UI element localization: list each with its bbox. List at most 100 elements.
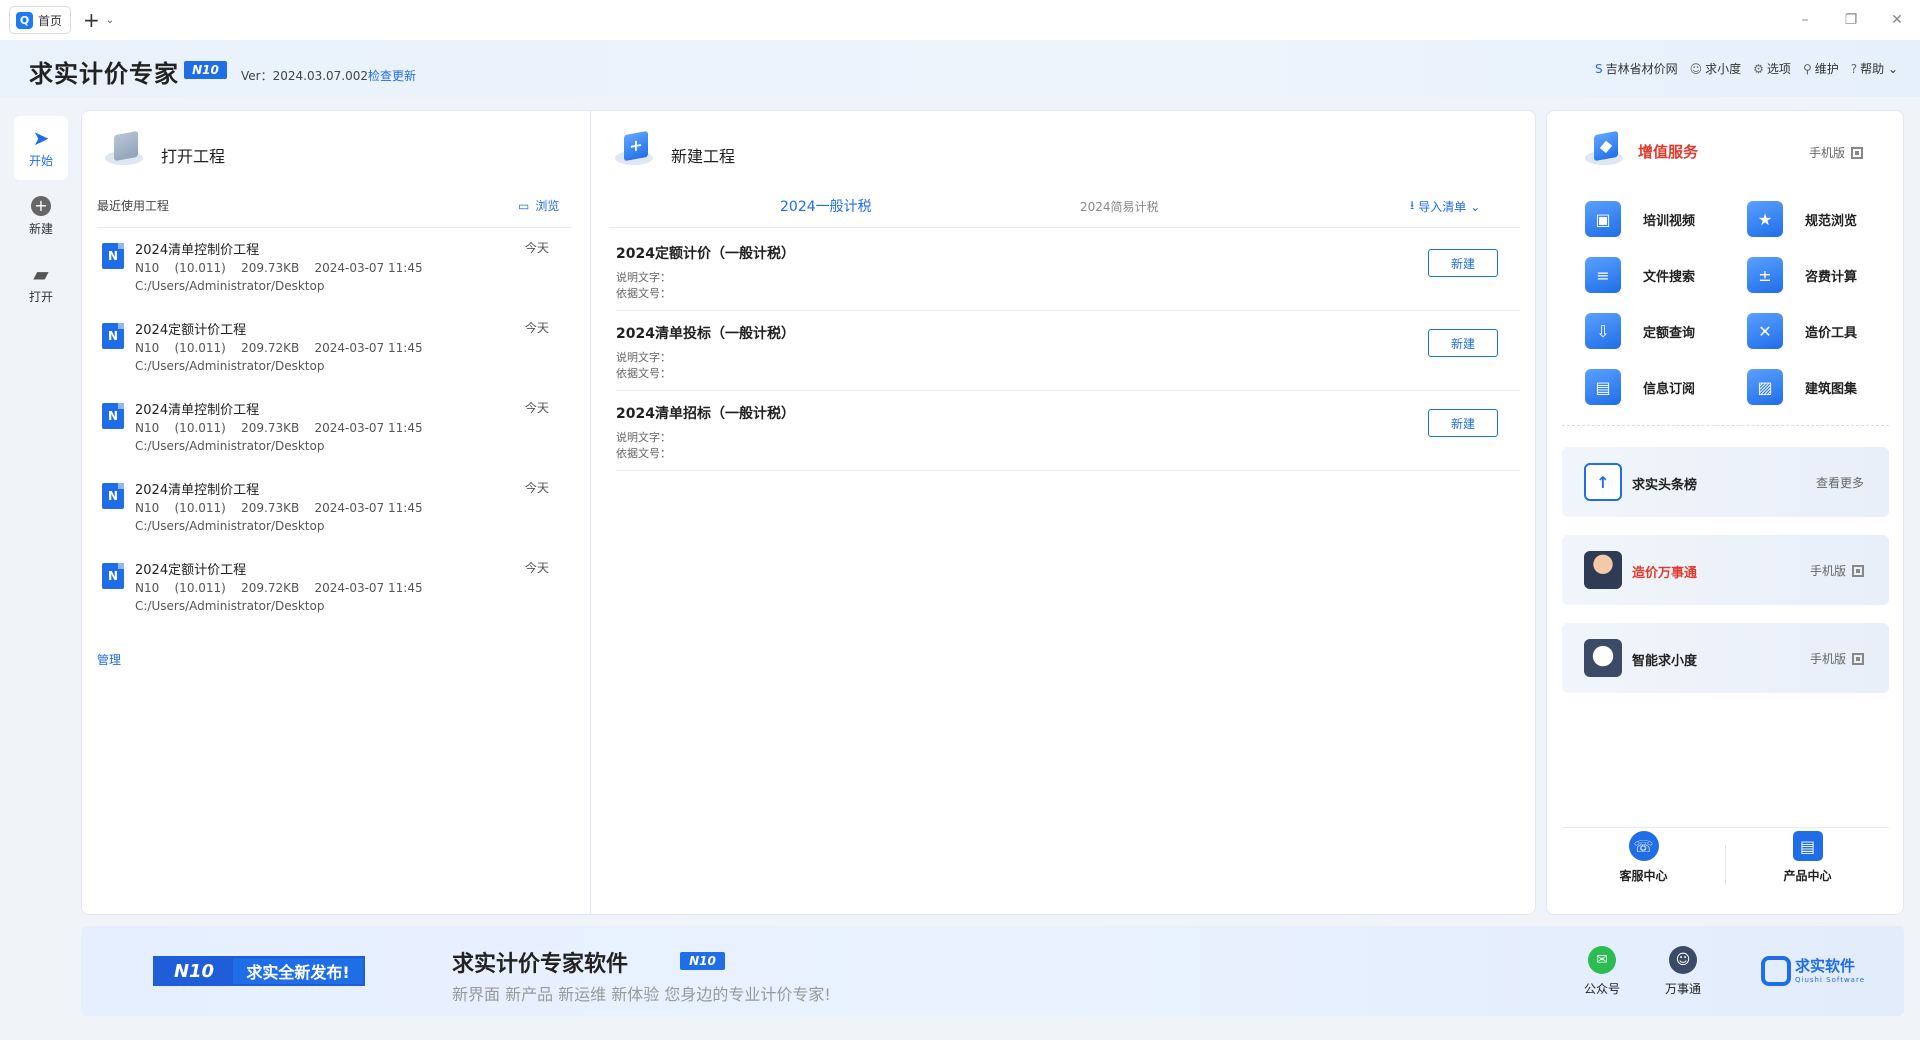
service-quota-query[interactable]: ⇩ 定额查询: [1585, 313, 1747, 349]
service-grid: ▣ 培训视频 ★ 规范浏览 ≡ 文件搜索 ± 咨费计算 ⇩ 定额查询 ✕ 造价工…: [1585, 201, 1885, 405]
manage-link[interactable]: 管理: [97, 651, 121, 668]
assistant-link[interactable]: ☺ 求小度: [1690, 60, 1742, 77]
cost-expert-link[interactable]: ☺ 万事通: [1665, 946, 1701, 997]
service-training-video[interactable]: ▣ 培训视频: [1585, 201, 1747, 237]
project-file-icon: N: [102, 483, 124, 509]
tab-general-tax[interactable]: 2024一般计税: [780, 196, 872, 216]
send-icon: ➤: [32, 125, 50, 150]
brand-logo: 求实软件 Qiushi Software: [1761, 956, 1865, 986]
project-date: 今天: [524, 561, 549, 575]
service-spec-browse[interactable]: ★ 规范浏览: [1747, 201, 1885, 237]
rail-item-open[interactable]: ▰ 打开: [14, 252, 68, 316]
customer-service-label: 客服中心: [1619, 869, 1668, 883]
wechat-link[interactable]: ✉ 公众号: [1584, 946, 1620, 997]
quota-icon: ⇩: [1585, 313, 1621, 349]
project-name: 2024清单控制价工程: [135, 243, 260, 258]
browse-button[interactable]: ▭ 浏览: [518, 197, 559, 214]
folder-icon: ▭: [518, 198, 530, 213]
release-badge-n10: N10: [155, 958, 233, 984]
recent-projects-label: 最近使用工程: [97, 199, 170, 213]
rail-item-start[interactable]: ➤ 开始: [14, 116, 68, 180]
app-header: 求实计价专家 N10 Ver：2024.03.07.002 检查更新 S 吉林省…: [0, 40, 1920, 97]
project-path: C:/Users/Administrator/Desktop: [135, 599, 325, 613]
new-button[interactable]: 新建: [1428, 329, 1498, 357]
project-meta: N10 (10.011) 209.72KB 2024-03-07 11:45: [135, 341, 423, 355]
list-item[interactable]: N 2024清单控制价工程 今天 N10 (10.011) 209.73KB 2…: [97, 401, 572, 483]
tab-simple-tax[interactable]: 2024简易计税: [1080, 198, 1159, 215]
new-button[interactable]: 新建: [1428, 249, 1498, 277]
wechat-label: 公众号: [1584, 982, 1621, 996]
robot-icon: [1584, 639, 1622, 677]
service-file-search[interactable]: ≡ 文件搜索: [1585, 257, 1747, 293]
price-site-link[interactable]: S 吉林省材价网: [1595, 60, 1678, 77]
browse-label: 浏览: [535, 199, 560, 213]
service-info-subscribe[interactable]: ▤ 信息订阅: [1585, 369, 1747, 405]
project-name: 2024清单控制价工程: [135, 483, 260, 498]
n10-badge: N10: [184, 61, 227, 79]
app-logo-icon: Q: [16, 11, 33, 29]
value-added-title: 增值服务: [1638, 143, 1699, 161]
mobile-version-link[interactable]: 手机版: [1810, 562, 1864, 579]
promo-smart-assistant[interactable]: 智能求小度 手机版: [1562, 623, 1889, 693]
template-name: 2024定额计价（一般计税）: [616, 246, 795, 262]
check-update-link[interactable]: 检查更新: [368, 67, 416, 84]
template-basis: 依据文号：: [616, 367, 671, 380]
plus-circle-icon: +: [31, 195, 51, 216]
mobile-version-link[interactable]: 手机版: [1810, 650, 1864, 667]
promo-cost-expert[interactable]: 造价万事通 手机版: [1562, 535, 1889, 605]
options-link[interactable]: ⚙ 选项: [1753, 60, 1791, 77]
service-label: 规范浏览: [1805, 213, 1858, 229]
brand-logo-icon: [1761, 956, 1791, 986]
project-name: 2024定额计价工程: [135, 563, 247, 578]
list-item[interactable]: N 2024定额计价工程 今天 N10 (10.011) 209.72KB 20…: [97, 561, 572, 643]
import-list-button[interactable]: ⭳ 导入清单 ⌄: [1410, 196, 1480, 217]
list-item[interactable]: N 2024清单控制价工程 今天 N10 (10.011) 209.73KB 2…: [97, 241, 572, 323]
project-path: C:/Users/Administrator/Desktop: [135, 279, 325, 293]
cost-expert-label: 万事通: [1665, 982, 1702, 996]
view-more-link[interactable]: 查看更多: [1816, 474, 1864, 491]
maintain-link[interactable]: ⚲ 维护: [1803, 60, 1839, 77]
tools-icon: ✕: [1747, 313, 1783, 349]
rail-item-new[interactable]: + 新建: [14, 184, 68, 248]
template-name: 2024清单招标（一般计税）: [616, 406, 795, 422]
maintain-label: 维护: [1814, 62, 1839, 76]
tab-home[interactable]: Q 首页: [9, 6, 72, 34]
chevron-down-icon[interactable]: ⌄: [106, 15, 114, 26]
list-item[interactable]: N 2024清单控制价工程 今天 N10 (10.011) 209.73KB 2…: [97, 481, 572, 563]
restore-button[interactable]: ❐: [1828, 0, 1874, 40]
left-rail: ➤ 开始 + 新建 ▰ 打开: [14, 116, 68, 320]
wrench-icon: ⚲: [1802, 61, 1812, 76]
list-item[interactable]: N 2024定额计价工程 今天 N10 (10.011) 209.72KB 20…: [97, 321, 572, 403]
help-link[interactable]: ? 帮助 ⌄: [1851, 60, 1898, 77]
wechat-icon: ✉: [1588, 946, 1616, 974]
new-button[interactable]: 新建: [1428, 409, 1498, 437]
tab-bar: Q 首页 + ⌄ – ❐ ✕: [0, 0, 1920, 40]
project-date: 今天: [524, 321, 549, 335]
customer-service-link[interactable]: ☏ 客服中心: [1562, 831, 1725, 901]
project-file-icon: N: [102, 403, 124, 429]
new-project-icon: +: [615, 129, 653, 167]
service-fee-calc[interactable]: ± 咨费计算: [1747, 257, 1885, 293]
rail-item-label: 开始: [28, 153, 53, 168]
service-label: 建筑图集: [1805, 381, 1858, 397]
project-name: 2024清单控制价工程: [135, 403, 260, 418]
list-item: 2024清单投标（一般计税） 说明文字： 依据文号： 新建: [616, 311, 1520, 391]
add-tab-icon[interactable]: +: [83, 10, 100, 30]
value-added-icon: ◆: [1585, 129, 1623, 167]
project-path: C:/Users/Administrator/Desktop: [135, 519, 325, 533]
service-cost-tools[interactable]: ✕ 造价工具: [1747, 313, 1885, 349]
project-date: 今天: [524, 481, 549, 495]
list-item: 2024定额计价（一般计税） 说明文字： 依据文号： 新建: [616, 231, 1520, 311]
project-meta: N10 (10.011) 209.73KB 2024-03-07 11:45: [135, 421, 423, 435]
close-button[interactable]: ✕: [1874, 0, 1920, 40]
promo-headlines[interactable]: ↑ 求实头条榜 查看更多: [1562, 447, 1889, 517]
promo-title: 造价万事通: [1632, 566, 1698, 581]
minimize-button[interactable]: –: [1782, 0, 1828, 40]
promo-banner[interactable]: N10 求实全新发布! 求实计价专家软件 N10 新界面 新产品 新运维 新体验…: [81, 926, 1904, 1016]
template-desc: 说明文字：: [616, 351, 671, 364]
product-center-label: 产品中心: [1783, 869, 1832, 883]
service-building-atlas[interactable]: ▨ 建筑图集: [1747, 369, 1885, 405]
product-center-link[interactable]: ▤ 产品中心: [1726, 831, 1889, 901]
chevron-down-icon: ⌄: [1470, 199, 1481, 214]
mobile-version-link[interactable]: 手机版: [1809, 144, 1863, 161]
